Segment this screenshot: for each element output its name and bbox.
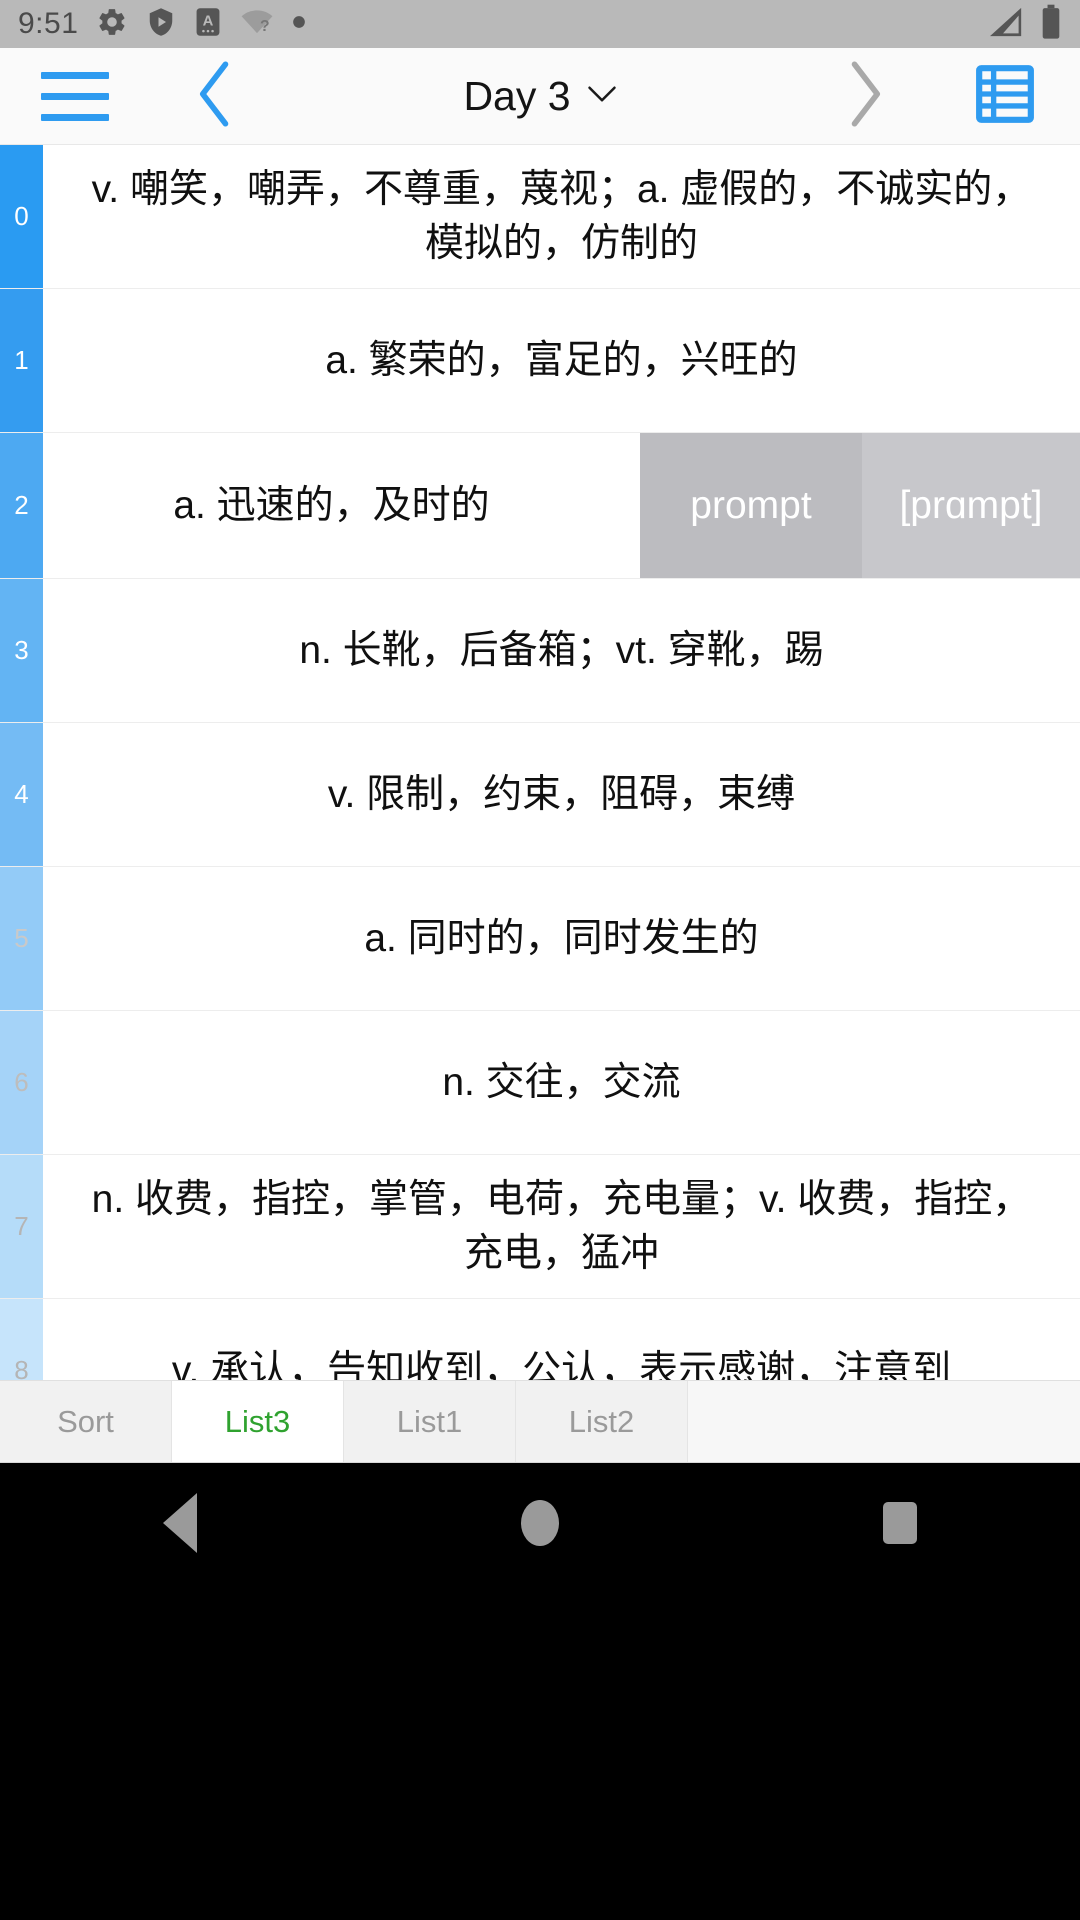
nav-recents-icon [883,1502,917,1544]
gear-icon [96,6,128,43]
svg-text:A: A [203,13,214,29]
svg-text:?: ? [260,18,270,35]
table-row[interactable]: 0 v. 嘲笑，嘲弄，不尊重，蔑视；a. 虚假的，不诚实的，模拟的，仿制的 [0,145,1080,289]
row-index: 8 [0,1299,43,1380]
row-index: 0 [0,145,43,288]
status-time: 9:51 [18,7,79,40]
table-view-button[interactable] [930,63,1080,130]
row-definition[interactable]: n. 收费，指控，掌管，电荷，充电量；v. 收费，指控，充电，猛冲 [43,1155,1080,1298]
chevron-left-icon [192,59,238,134]
status-bar-left: 9:51 A ? [18,6,306,43]
row-definition[interactable]: v. 承认，告知收到，公认，表示感谢，注意到 [43,1299,1080,1380]
android-navigation-bar [0,1463,1080,1920]
row-definition[interactable]: v. 嘲笑，嘲弄，不尊重，蔑视；a. 虚假的，不诚实的，模拟的，仿制的 [43,145,1080,288]
wifi-question-icon: ? [240,6,274,43]
battery-icon [1040,4,1062,45]
shield-play-icon [146,6,176,43]
menu-button[interactable] [0,71,150,121]
status-bar: 9:51 A ? [0,0,1080,48]
table-row[interactable]: 8 v. 承认，告知收到，公认，表示感谢，注意到 [0,1299,1080,1380]
row-index: 6 [0,1011,43,1154]
table-row[interactable]: 3 n. 长靴，后备箱；vt. 穿靴，踢 [0,579,1080,723]
bottom-tab-bar[interactable]: Sort List3 List1 List2 [0,1380,1080,1463]
row-definition[interactable]: a. 繁荣的，富足的，兴旺的 [43,289,1080,432]
nav-home-icon [521,1500,559,1546]
table-row[interactable]: 7 n. 收费，指控，掌管，电荷，充电量；v. 收费，指控，充电，猛冲 [0,1155,1080,1299]
tab-list3[interactable]: List3 [172,1381,344,1462]
row-index: 4 [0,723,43,866]
tab-list1[interactable]: List1 [344,1381,516,1462]
row-index: 7 [0,1155,43,1298]
chevron-down-icon [587,84,617,109]
tab-bar-filler [688,1381,1080,1462]
row-definition[interactable]: n. 交往，交流 [43,1011,1080,1154]
swipe-action-panels[interactable]: prompt [prɑmpt] [640,433,1080,578]
row-index: 5 [0,867,43,1010]
nav-back-icon [163,1493,197,1553]
table-row[interactable]: 5 a. 同时的，同时发生的 [0,867,1080,1011]
page-title: Day 3 [463,72,571,119]
nav-recents-button[interactable] [720,1502,1080,1544]
tab-sort[interactable]: Sort [0,1381,172,1462]
status-bar-right [988,4,1062,45]
nav-back-button[interactable] [0,1493,360,1553]
swipe-word-panel[interactable]: prompt [640,433,862,578]
table-row-swiped[interactable]: 2 a. 迅速的，及时的 prompt [prɑmpt] [0,433,1080,579]
table-row[interactable]: 4 v. 限制，约束，阻碍，束缚 [0,723,1080,867]
row-index: 1 [0,289,43,432]
table-row[interactable]: 6 n. 交往，交流 [0,1011,1080,1155]
table-view-icon [974,63,1036,130]
row-definition[interactable]: v. 限制，约束，阻碍，束缚 [43,723,1080,866]
row-definition[interactable]: n. 长靴，后备箱；vt. 穿靴，踢 [43,579,1080,722]
day-title-dropdown[interactable]: Day 3 [280,73,800,120]
vocabulary-list[interactable]: 0 v. 嘲笑，嘲弄，不尊重，蔑视；a. 虚假的，不诚实的，模拟的，仿制的 1 … [0,145,1080,1380]
nav-home-button[interactable] [360,1500,720,1546]
app-toolbar: Day 3 [0,48,1080,145]
tab-list2[interactable]: List2 [516,1381,688,1462]
signal-icon [988,5,1026,44]
swipe-phonetic-panel[interactable]: [prɑmpt] [862,433,1080,578]
previous-day-button[interactable] [150,59,280,134]
app-a-icon: A [194,6,222,43]
row-index: 3 [0,579,43,722]
next-day-button[interactable] [800,59,930,134]
menu-icon [41,71,109,121]
row-definition[interactable]: a. 同时的，同时发生的 [43,867,1080,1010]
dot-icon [292,15,306,34]
chevron-right-icon [842,59,888,134]
table-row[interactable]: 1 a. 繁荣的，富足的，兴旺的 [0,289,1080,433]
